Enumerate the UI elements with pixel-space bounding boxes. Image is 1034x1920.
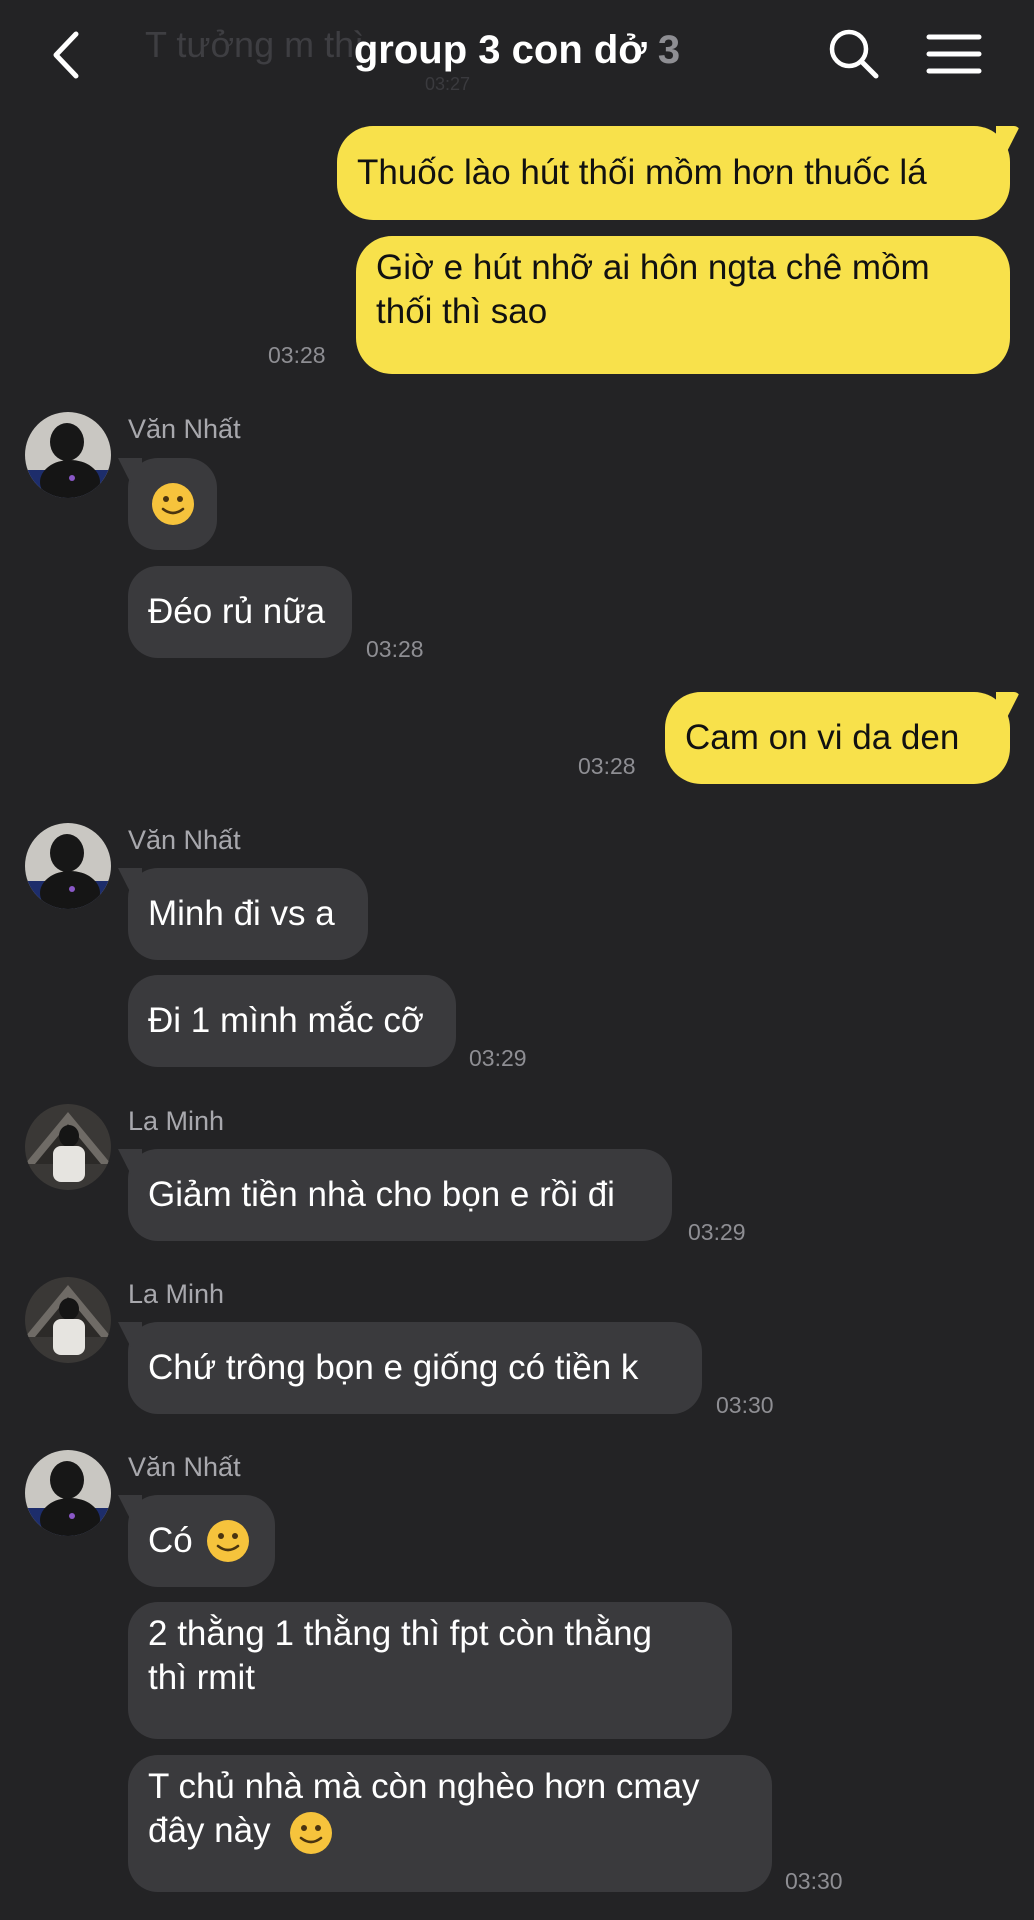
- slightly-smiling-face-emoji: [150, 481, 196, 527]
- message-text: Minh đi vs a: [148, 894, 335, 933]
- incoming-message-bubble[interactable]: Có: [128, 1495, 275, 1587]
- chat-header: T tưởng m thì 03:27 group 3 con dở 3: [0, 0, 1034, 112]
- avatar-van-nhat[interactable]: [25, 412, 111, 498]
- sender-name: La Minh: [128, 1106, 225, 1136]
- message-timestamp: 03:30: [785, 1868, 843, 1894]
- avatar-van-nhat[interactable]: [25, 1450, 111, 1536]
- sender-name: Văn Nhất: [128, 1452, 241, 1482]
- message-text: Cam on vi da den: [685, 718, 960, 757]
- outgoing-message-bubble[interactable]: Giờ e hút nhỡ ai hôn ngta chê mồm thối t…: [356, 236, 1010, 374]
- chevron-left-icon[interactable]: [46, 30, 90, 80]
- message-text: Thuốc lào hút thối mồm hơn thuốc lá: [357, 153, 927, 192]
- avatar-la-minh[interactable]: [25, 1104, 111, 1190]
- incoming-message-bubble[interactable]: Chứ trông bọn e giống có tiền k: [128, 1322, 702, 1414]
- message-text: Giảm tiền nhà cho bọn e rồi đi: [148, 1175, 615, 1214]
- message-text: Đi 1 mình mắc cỡ: [148, 1001, 424, 1040]
- avatar-van-nhat[interactable]: [25, 823, 111, 909]
- outgoing-message-bubble[interactable]: Thuốc lào hút thối mồm hơn thuốc lá: [337, 126, 1010, 220]
- incoming-message-bubble[interactable]: [128, 458, 217, 550]
- sender-name: La Minh: [128, 1279, 225, 1309]
- scrolled-message-ghost-time: 03:27: [425, 74, 471, 94]
- message-text: Đéo rủ nữa: [148, 592, 326, 631]
- message-timestamp: 03:28: [578, 753, 636, 779]
- incoming-message-bubble[interactable]: Đéo rủ nữa: [128, 566, 352, 658]
- sender-name: Văn Nhất: [128, 414, 241, 444]
- slightly-smiling-face-emoji: [205, 1518, 251, 1564]
- slightly-smiling-face-emoji: [288, 1810, 334, 1856]
- hamburger-menu-icon[interactable]: [926, 32, 982, 76]
- message-timestamp: 03:29: [688, 1219, 746, 1245]
- message-timestamp: 03:28: [366, 636, 424, 662]
- search-icon[interactable]: [826, 26, 882, 82]
- incoming-message-bubble[interactable]: 2 thằng 1 thằng thì fpt còn thằng thì rm…: [128, 1602, 732, 1739]
- incoming-message-bubble[interactable]: Minh đi vs a: [128, 868, 368, 960]
- sender-name: Văn Nhất: [128, 825, 241, 855]
- message-text: 2 thằng 1 thằng thì fpt còn thằng thì rm…: [148, 1614, 653, 1697]
- outgoing-message-bubble[interactable]: Cam on vi da den: [665, 692, 1010, 784]
- message-text: T chủ nhà mà còn nghèo hơn cmay đây này: [148, 1765, 700, 1856]
- message-text: Giờ e hút nhỡ ai hôn ngta chê mồm thối t…: [376, 248, 930, 331]
- incoming-message-bubble[interactable]: T chủ nhà mà còn nghèo hơn cmay đây này: [128, 1755, 772, 1892]
- scrolled-message-ghost: T tưởng m thì: [145, 24, 365, 65]
- message-timestamp: 03:29: [469, 1045, 527, 1071]
- message-timestamp: 03:28: [268, 342, 326, 368]
- message-text: Chứ trông bọn e giống có tiền k: [148, 1348, 639, 1387]
- member-count: 3: [657, 28, 681, 72]
- group-name: group 3 con dở: [353, 28, 647, 72]
- message-timestamp: 03:30: [716, 1392, 774, 1418]
- avatar-la-minh[interactable]: [25, 1277, 111, 1363]
- incoming-message-bubble[interactable]: Đi 1 mình mắc cỡ: [128, 975, 456, 1067]
- message-text: Có: [148, 1521, 193, 1560]
- incoming-message-bubble[interactable]: Giảm tiền nhà cho bọn e rồi đi: [128, 1149, 672, 1241]
